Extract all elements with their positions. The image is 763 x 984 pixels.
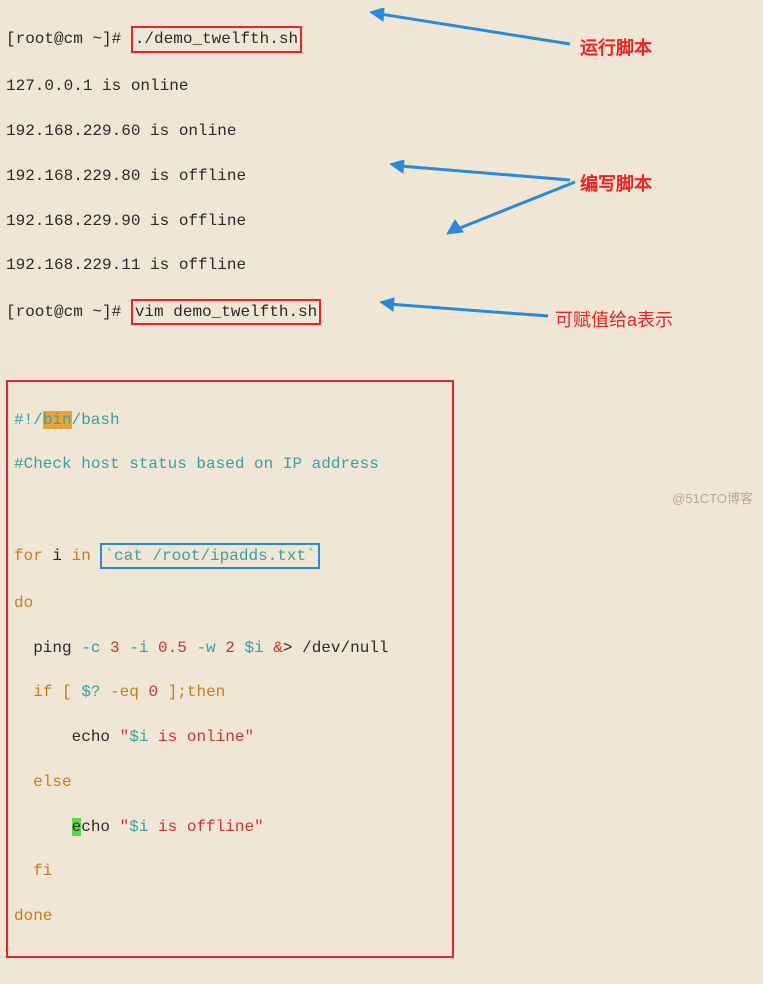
line-out2: 192.168.229.60 is online	[6, 120, 757, 142]
echo-online-line: echo "$i is online"	[14, 726, 446, 748]
arrow-to-cat	[380, 296, 555, 322]
echo-offline-line: echo "$i is offline"	[14, 816, 446, 838]
script-content-box: #!/bin/bash #Check host status based on …	[6, 380, 454, 958]
terminal-output: [root@cm ~]# ./demo_twelfth.sh 127.0.0.1…	[0, 0, 763, 984]
else-line: else	[14, 771, 446, 793]
line-out4: 192.168.229.90 is offline	[6, 210, 757, 232]
fi-line: fi	[14, 860, 446, 882]
comment-line: #Check host status based on IP address	[14, 453, 446, 475]
arrow-to-script-box	[445, 180, 585, 240]
shebang-line: #!/bin/bash	[14, 409, 446, 431]
line-out5: 192.168.229.11 is offline	[6, 254, 757, 276]
ping-line: ping -c 3 -i 0.5 -w 2 $i &> /dev/null	[14, 637, 446, 659]
if-line: if [ $? -eq 0 ];then	[14, 681, 446, 703]
arrow-to-cmd1	[370, 8, 580, 50]
for-line: for i in `cat /root/ipadds.txt`	[14, 543, 446, 569]
cat-box: `cat /root/ipadds.txt`	[100, 543, 319, 569]
cmd1-box: ./demo_twelfth.sh	[131, 26, 302, 52]
done-line: done	[14, 905, 446, 927]
annotation-run-script: 运行脚本	[580, 36, 652, 61]
do-line: do	[14, 592, 446, 614]
cmd2-box: vim demo_twelfth.sh	[131, 299, 321, 325]
annotation-cat-value: 可赋值给a表示	[555, 308, 673, 333]
annotation-write-script: 编写脚本	[580, 172, 652, 197]
watermark: @51CTO博客	[672, 490, 753, 508]
line-out1: 127.0.0.1 is online	[6, 75, 757, 97]
